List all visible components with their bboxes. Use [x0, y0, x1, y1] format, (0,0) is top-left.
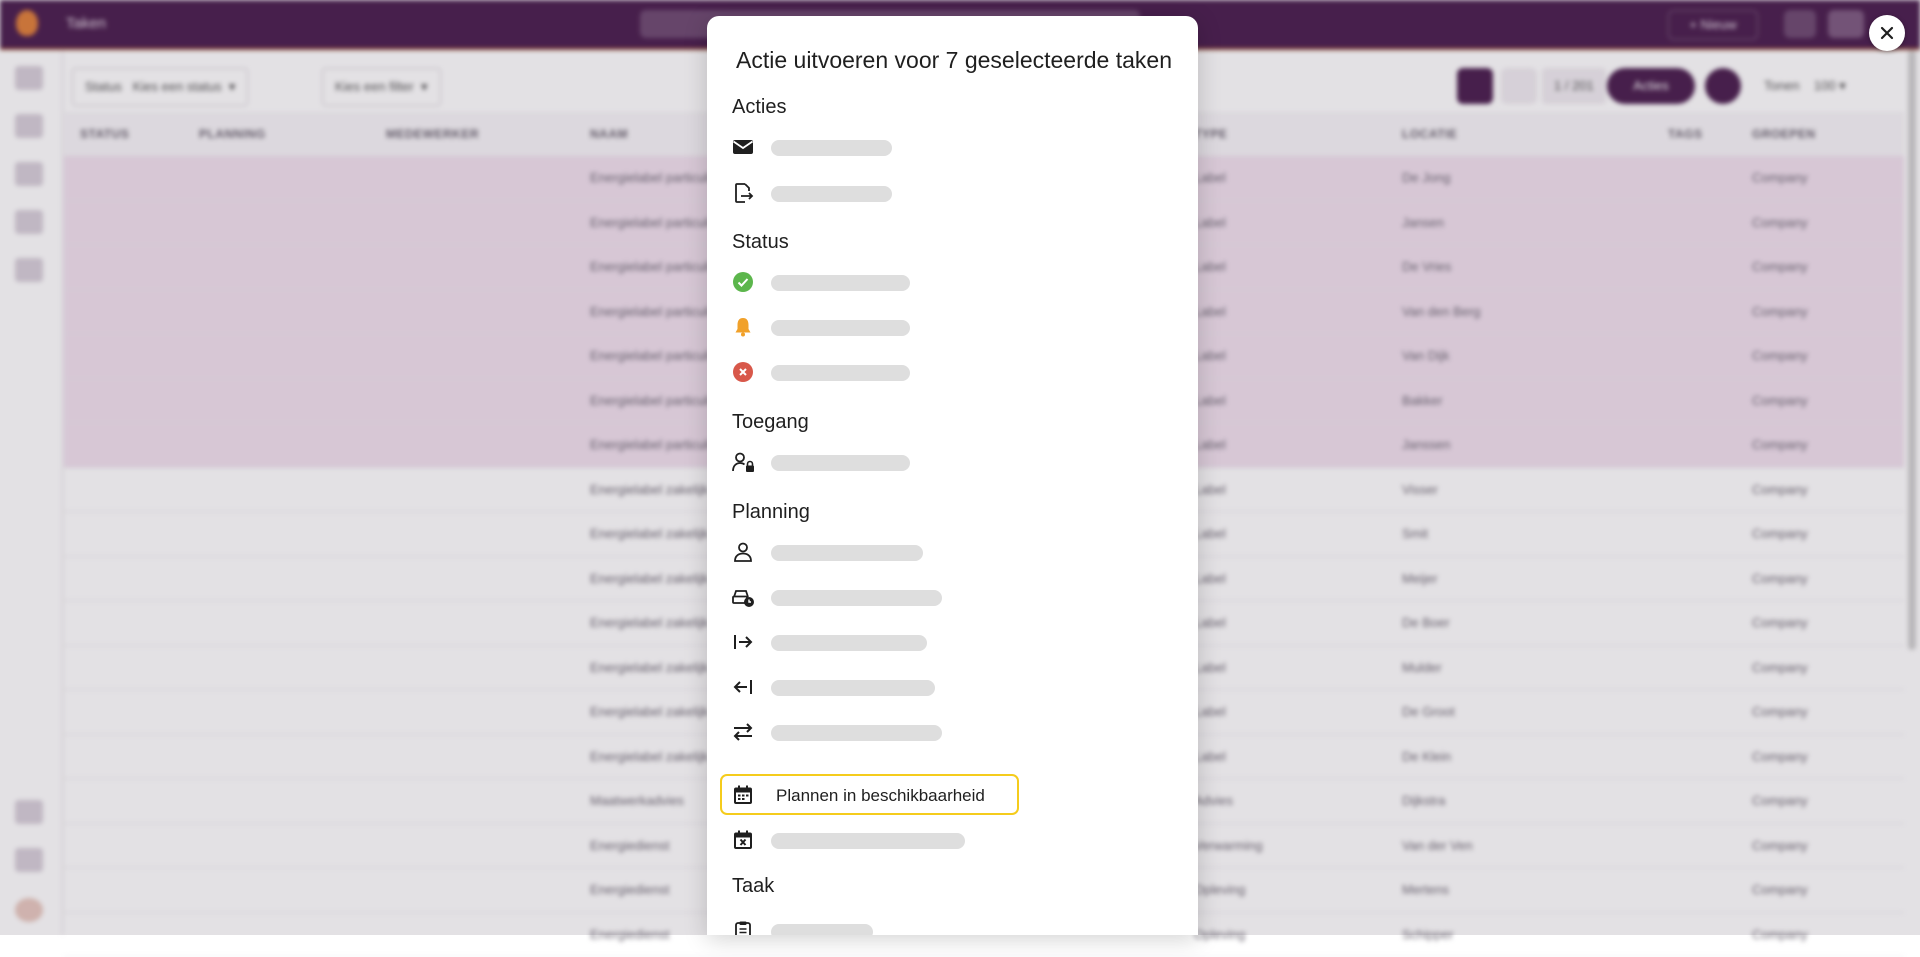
status-item-alert[interactable]: [720, 307, 1020, 347]
section-toegang: Toegang: [732, 411, 809, 434]
arrow-left-to-line-icon: [731, 675, 755, 699]
file-export-icon: [731, 181, 755, 205]
clipboard-icon: [731, 919, 755, 935]
planning-item-vehicle[interactable]: [720, 577, 1020, 617]
skeleton-label: [771, 275, 910, 291]
skeleton-label: [771, 455, 910, 471]
bell-icon: [731, 315, 755, 339]
user-lock-icon: [731, 450, 755, 474]
close-icon: [1879, 25, 1895, 41]
planning-item-unschedule[interactable]: [720, 820, 1020, 860]
skeleton-label: [771, 186, 892, 202]
skeleton-label: [771, 833, 965, 849]
close-modal-button[interactable]: [1869, 15, 1905, 51]
skeleton-label: [771, 725, 942, 741]
skeleton-label: [771, 545, 923, 561]
modal-title: Actie uitvoeren voor 7 geselecteerde tak…: [736, 47, 1172, 74]
skeleton-label: [771, 590, 942, 606]
car-clock-icon: [731, 585, 755, 609]
skeleton-label: [771, 140, 892, 156]
plan-in-availability-option[interactable]: Plannen in beschikbaarheid: [720, 774, 1019, 815]
status-item-done[interactable]: [720, 262, 1020, 302]
bulk-action-modal: Actie uitvoeren voor 7 geselecteerde tak…: [707, 16, 1198, 935]
arrow-right-to-line-icon: [731, 630, 755, 654]
check-circle-icon: [731, 270, 755, 294]
task-item-clipboard[interactable]: [720, 911, 1020, 935]
section-status: Status: [732, 231, 789, 254]
arrows-swap-icon: [731, 720, 755, 744]
calendar-icon: [731, 783, 755, 807]
action-item-email[interactable]: [720, 127, 1020, 167]
skeleton-label: [771, 924, 873, 935]
status-item-cancel[interactable]: [720, 352, 1020, 392]
planning-item-employee[interactable]: [720, 532, 1020, 572]
skeleton-label: [771, 365, 910, 381]
planning-item-end[interactable]: [720, 667, 1020, 707]
section-planning: Planning: [732, 501, 810, 524]
plan-in-availability-label: Plannen in beschikbaarheid: [776, 786, 985, 806]
section-acties: Acties: [732, 96, 786, 119]
planning-item-start[interactable]: [720, 622, 1020, 662]
skeleton-label: [771, 635, 927, 651]
section-taak: Taak: [732, 875, 774, 898]
planning-item-swap[interactable]: [720, 712, 1020, 752]
skeleton-label: [771, 680, 935, 696]
user-icon: [731, 540, 755, 564]
access-item-lock[interactable]: [720, 442, 1020, 482]
action-item-export[interactable]: [720, 173, 1020, 213]
calendar-x-icon: [731, 828, 755, 852]
envelope-icon: [731, 135, 755, 159]
x-circle-icon: [731, 360, 755, 384]
skeleton-label: [771, 320, 910, 336]
